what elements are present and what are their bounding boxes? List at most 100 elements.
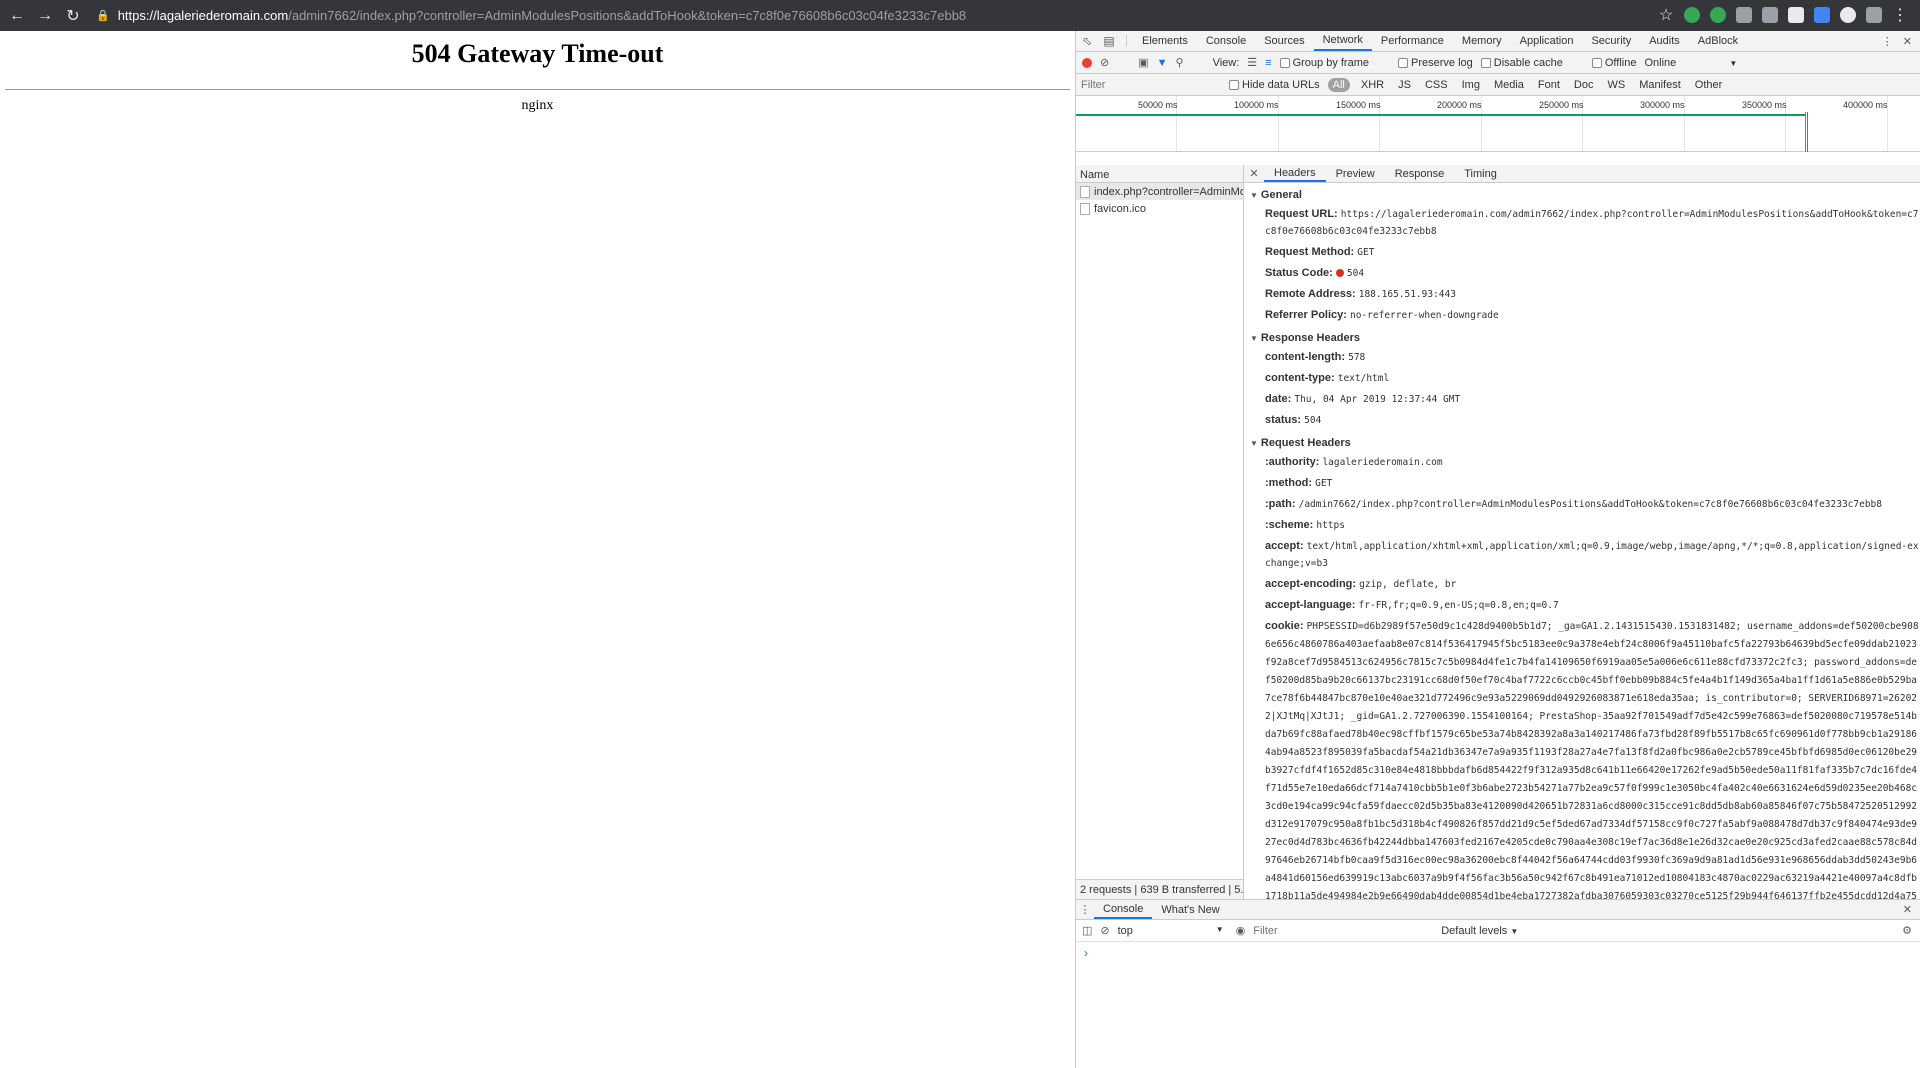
- status-error-icon: [1335, 269, 1344, 277]
- clear-icon[interactable]: ⊘: [1100, 56, 1109, 69]
- tab-preview[interactable]: Preview: [1326, 165, 1385, 182]
- tab-console[interactable]: Console: [1197, 31, 1255, 51]
- drawer-tabbar: ⋮ Console What's New ✕: [1076, 900, 1920, 920]
- tab-adblock[interactable]: AdBlock: [1689, 31, 1747, 51]
- section-request-headers[interactable]: ▼ Request Headers: [1244, 433, 1920, 452]
- list-view-icon[interactable]: ☰: [1247, 56, 1257, 69]
- tab-drawer-console[interactable]: Console: [1094, 900, 1153, 919]
- log-levels-select[interactable]: Default levels ▼: [1441, 925, 1518, 937]
- header-row: accept-encoding: gzip, deflate, br: [1265, 578, 1457, 590]
- tab-network[interactable]: Network: [1313, 31, 1372, 51]
- network-summary: 2 requests | 639 B transferred | 5...: [1076, 879, 1243, 899]
- filter-type-all[interactable]: All: [1327, 77, 1350, 92]
- extension-icon[interactable]: [1762, 7, 1778, 23]
- menu-kebab-icon[interactable]: ⋮: [1892, 5, 1908, 25]
- extensions-area: ☆ ⋮: [1658, 5, 1908, 25]
- search-icon[interactable]: ⚲: [1176, 56, 1184, 69]
- console-drawer: ⋮ Console What's New ✕ ◫ ⊘ top▼ ◉ Defaul…: [1076, 899, 1920, 1068]
- close-icon[interactable]: ✕: [1903, 900, 1920, 919]
- header-row: accept: text/html,application/xhtml+xml,…: [1265, 540, 1919, 569]
- group-by-frame-checkbox[interactable]: Group by frame: [1279, 57, 1369, 69]
- tab-memory[interactable]: Memory: [1453, 31, 1511, 51]
- url-host: https://lagaleriederomain.com: [117, 8, 289, 23]
- preserve-log-checkbox[interactable]: Preserve log: [1398, 57, 1473, 69]
- filter-type-css[interactable]: CSS: [1422, 78, 1451, 92]
- extension-icon[interactable]: [1710, 7, 1726, 23]
- filter-type-other[interactable]: Other: [1692, 78, 1726, 92]
- filter-type-xhr[interactable]: XHR: [1358, 78, 1387, 92]
- inspect-element-icon[interactable]: ⬁: [1076, 31, 1098, 51]
- drawer-menu-icon[interactable]: ⋮: [1076, 900, 1094, 919]
- request-detail: ✕ Headers Preview Response Timing ▼ Gene…: [1244, 165, 1920, 899]
- filter-icon[interactable]: ▼: [1157, 57, 1168, 69]
- detail-tabbar: ✕ Headers Preview Response Timing: [1244, 165, 1920, 183]
- tab-response[interactable]: Response: [1385, 165, 1455, 182]
- header-row: Request URL: https://lagaleriederomain.c…: [1265, 208, 1919, 237]
- header-row-cookie: cookie: PHPSESSID=d6b2989f57e50d9c1c428d…: [1265, 620, 1919, 899]
- filter-type-js[interactable]: JS: [1395, 78, 1414, 92]
- filter-type-ws[interactable]: WS: [1604, 78, 1628, 92]
- server-name: nginx: [521, 98, 554, 113]
- request-row[interactable]: index.php?controller=AdminModu...: [1076, 183, 1243, 200]
- eye-icon[interactable]: ◉: [1236, 924, 1246, 937]
- request-row[interactable]: favicon.ico: [1076, 200, 1243, 217]
- throttle-select[interactable]: Online ▼: [1644, 57, 1737, 69]
- hide-data-urls-checkbox[interactable]: Hide data URLs: [1229, 79, 1320, 91]
- page-content: 504 Gateway Time-out nginx: [0, 31, 1075, 1068]
- camera-icon[interactable]: ▣: [1138, 56, 1148, 69]
- close-icon[interactable]: ✕: [1244, 165, 1264, 182]
- filter-type-doc[interactable]: Doc: [1571, 78, 1597, 92]
- tab-whats-new[interactable]: What's New: [1152, 900, 1228, 919]
- sidebar-toggle-icon[interactable]: ◫: [1082, 924, 1092, 937]
- console-filter-input[interactable]: [1253, 924, 1434, 937]
- clear-console-icon[interactable]: ⊘: [1100, 924, 1109, 937]
- bookmark-star-icon[interactable]: ☆: [1658, 5, 1674, 25]
- section-general[interactable]: ▼ General: [1244, 185, 1920, 204]
- tab-performance[interactable]: Performance: [1372, 31, 1453, 51]
- devtools-menu-icon[interactable]: ⋮: [1882, 35, 1893, 48]
- console-prompt[interactable]: ›: [1076, 942, 1920, 964]
- tab-headers[interactable]: Headers: [1264, 165, 1326, 182]
- view-label: View:: [1212, 56, 1240, 69]
- record-icon[interactable]: [1082, 57, 1092, 68]
- header-row: accept-language: fr-FR,fr;q=0.9,en-US;q=…: [1265, 599, 1559, 611]
- extension-icon[interactable]: [1814, 7, 1830, 23]
- tab-security[interactable]: Security: [1582, 31, 1640, 51]
- profile-avatar[interactable]: [1866, 7, 1882, 23]
- domcontentloaded-marker: [1805, 112, 1806, 152]
- back-icon[interactable]: ←: [6, 5, 28, 27]
- extension-icon[interactable]: [1684, 7, 1700, 23]
- waterfall-view-icon[interactable]: ≡: [1265, 57, 1271, 69]
- tab-application[interactable]: Application: [1511, 31, 1583, 51]
- reload-icon[interactable]: ↻: [62, 5, 84, 27]
- tab-elements[interactable]: Elements: [1133, 31, 1197, 51]
- forward-icon[interactable]: →: [34, 5, 56, 27]
- tab-timing[interactable]: Timing: [1454, 165, 1507, 182]
- address-bar[interactable]: 🔒 https://lagaleriederomain.com/admin766…: [96, 8, 966, 23]
- filter-type-img[interactable]: Img: [1459, 78, 1483, 92]
- network-overview-timeline[interactable]: 50000 ms 100000 ms 150000 ms 200000 ms 2…: [1076, 96, 1920, 152]
- timeline-tick: 250000 ms: [1539, 100, 1584, 110]
- filter-type-font[interactable]: Font: [1535, 78, 1563, 92]
- column-header-name[interactable]: Name: [1076, 165, 1243, 183]
- context-select[interactable]: top ▼: [1118, 925, 1228, 937]
- filter-type-media[interactable]: Media: [1491, 78, 1527, 92]
- offline-checkbox[interactable]: Offline: [1591, 57, 1636, 69]
- header-row: Request Method: GET: [1265, 246, 1375, 258]
- timeline-tick: 350000 ms: [1742, 100, 1787, 110]
- section-response-headers[interactable]: ▼ Response Headers: [1244, 328, 1920, 347]
- extension-icon[interactable]: [1840, 7, 1856, 23]
- extension-icon[interactable]: [1736, 7, 1752, 23]
- lock-icon: 🔒: [96, 10, 110, 22]
- close-icon[interactable]: ✕: [1903, 35, 1912, 48]
- tab-audits[interactable]: Audits: [1640, 31, 1689, 51]
- request-list: Name index.php?controller=AdminModu... f…: [1076, 165, 1244, 899]
- extension-icon[interactable]: [1788, 7, 1804, 23]
- timeline-tick: 400000 ms: [1843, 100, 1888, 110]
- device-toggle-icon[interactable]: ▤: [1098, 31, 1120, 51]
- disable-cache-checkbox[interactable]: Disable cache: [1480, 57, 1563, 69]
- gear-icon[interactable]: ⚙: [1902, 924, 1912, 937]
- tab-sources[interactable]: Sources: [1255, 31, 1313, 51]
- filter-input[interactable]: [1081, 76, 1221, 93]
- filter-type-manifest[interactable]: Manifest: [1636, 78, 1684, 92]
